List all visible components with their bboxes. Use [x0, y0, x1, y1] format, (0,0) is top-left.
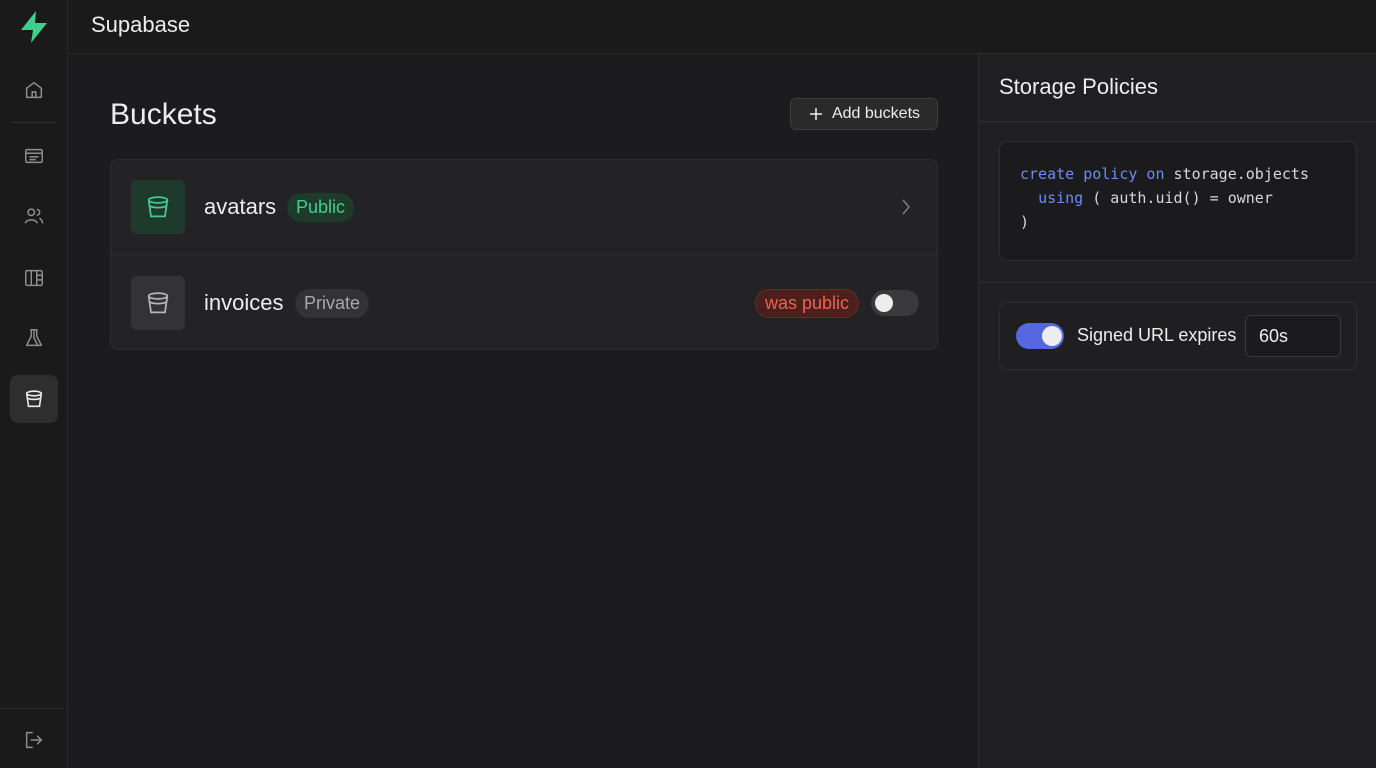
sidebar-divider [12, 122, 56, 123]
bucket-list: avatars Public invoices Private was publ… [110, 159, 938, 350]
code-keyword: using [1038, 189, 1084, 207]
visibility-badge: Public [287, 193, 355, 222]
supabase-logo-icon[interactable] [18, 10, 50, 44]
bucket-name: avatars [204, 194, 277, 219]
status-badge: was public [755, 289, 860, 318]
sidebar-item-home[interactable] [10, 66, 58, 114]
panel-divider [979, 282, 1376, 283]
toggle-knob [875, 294, 893, 312]
code-text: ) [1020, 213, 1030, 231]
code-text: ( auth.uid() = owner [1083, 189, 1273, 207]
sidebar-item-database[interactable] [10, 254, 58, 302]
bucket-icon [25, 390, 43, 408]
add-buckets-label: Add buckets [831, 105, 921, 122]
toggle-knob [1042, 326, 1062, 346]
bucket-icon [131, 276, 185, 330]
app-title: Supabase [91, 12, 191, 37]
bucket-name: invoices [204, 290, 284, 315]
public-toggle[interactable] [871, 290, 919, 316]
home-icon [25, 81, 43, 99]
storage-policies-panel: Storage Policies create policy on storag… [978, 54, 1376, 768]
page-title: Buckets [110, 98, 217, 131]
users-icon [24, 208, 44, 224]
sidebar [0, 0, 68, 768]
sidebar-item-sql-editor[interactable] [10, 314, 58, 362]
sidebar-item-storage[interactable] [10, 375, 58, 423]
sidebar-divider [0, 708, 68, 709]
main-content: Buckets Add buckets avatars Public invoi… [68, 54, 978, 768]
signed-url-setting: Signed URL expires [999, 302, 1357, 370]
flask-icon [25, 329, 43, 347]
signed-url-toggle[interactable] [1016, 323, 1064, 349]
code-keyword: create policy on [1020, 165, 1165, 183]
panel-title: Storage Policies [999, 74, 1158, 99]
table-icon [25, 148, 43, 164]
panel-divider [979, 121, 1376, 122]
sidebar-item-logout[interactable] [10, 716, 58, 764]
bucket-icon [131, 180, 185, 234]
visibility-badge: Private [295, 289, 370, 318]
policy-code-block: create policy on storage.objects using (… [999, 141, 1357, 261]
sidebar-item-authentication[interactable] [10, 192, 58, 240]
chevron-right-icon[interactable] [899, 196, 913, 223]
bucket-row-invoices[interactable]: invoices Private was public [111, 256, 937, 349]
sidebar-item-table-editor[interactable] [10, 132, 58, 180]
database-icon [25, 269, 43, 287]
add-buckets-button[interactable]: Add buckets [790, 98, 938, 130]
expiry-input[interactable] [1245, 315, 1341, 357]
signed-url-label: Signed URL expires [1077, 325, 1237, 345]
top-bar: Supabase [68, 0, 1376, 54]
logout-icon [25, 731, 43, 749]
code-text: storage.objects [1164, 165, 1309, 183]
plus-icon [809, 108, 822, 120]
bucket-row-avatars[interactable]: avatars Public [111, 160, 937, 255]
